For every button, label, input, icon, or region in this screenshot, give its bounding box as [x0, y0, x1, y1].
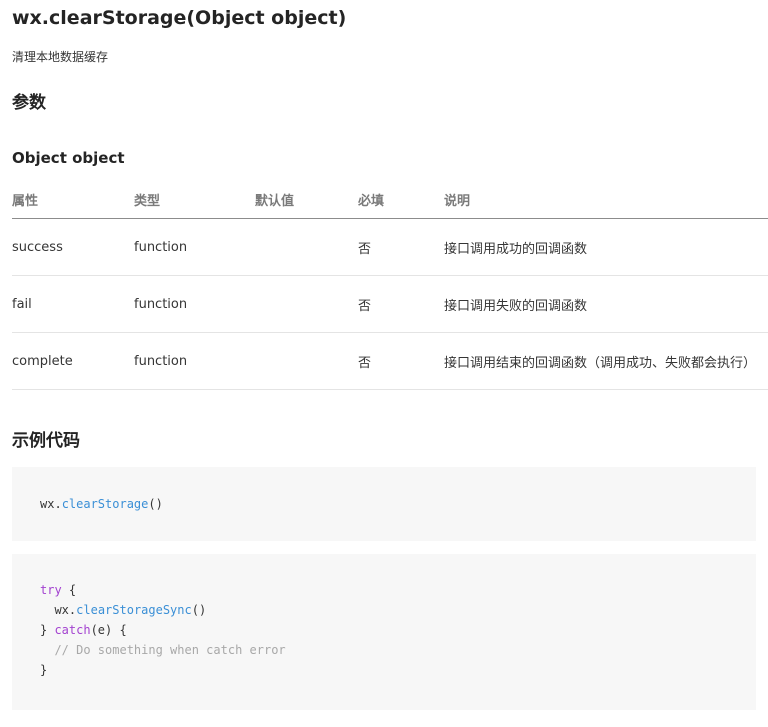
- cell-name: fail: [12, 275, 134, 333]
- page-description: 清理本地数据缓存: [12, 50, 109, 64]
- code-parens: (): [191, 603, 207, 617]
- code-open-brace: {: [61, 583, 77, 597]
- cell-type: function: [134, 218, 255, 276]
- code-keyword-try: try: [40, 583, 62, 597]
- cell-type: function: [134, 332, 255, 390]
- code-block-sync: try { wx.clearStorageSync() } catch(e) {…: [12, 554, 756, 710]
- code-keyword-catch: catch: [54, 623, 91, 637]
- params-table: 属性 类型 默认值 必填 说明 success function 否 接口调用成…: [12, 180, 768, 390]
- table-row: fail function 否 接口调用失败的回调函数: [12, 275, 768, 333]
- code-parens: (): [148, 497, 163, 511]
- table-header-row: 属性 类型 默认值 必填 说明: [12, 180, 768, 219]
- cell-description: 接口调用结束的回调函数（调用成功、失败都会执行）: [444, 332, 768, 390]
- code-final-brace: }: [40, 663, 48, 677]
- code-method: clearStorageSync: [76, 603, 192, 617]
- code-block-async: wx.clearStorage(): [12, 467, 756, 541]
- cell-description: 接口调用成功的回调函数: [444, 218, 768, 276]
- table-row: complete function 否 接口调用结束的回调函数（调用成功、失败都…: [12, 332, 768, 390]
- cell-default: [255, 218, 358, 276]
- doc-page: wx.clearStorage(Object object) 清理本地数据缓存 …: [0, 0, 768, 710]
- code-catch-args: (e) {: [90, 623, 127, 637]
- cell-required: 否: [358, 332, 444, 390]
- cell-required: 否: [358, 218, 444, 276]
- column-header-name: 属性: [12, 180, 134, 219]
- cell-name: complete: [12, 332, 134, 390]
- code-close-brace: }: [40, 623, 55, 637]
- table-row: success function 否 接口调用成功的回调函数: [12, 218, 768, 276]
- code-dot: .: [54, 497, 62, 511]
- cell-default: [255, 275, 358, 333]
- cell-name: success: [12, 218, 134, 276]
- cell-type: function: [134, 275, 255, 333]
- object-heading: Object object: [12, 149, 125, 167]
- params-heading: 参数: [12, 93, 46, 113]
- cell-required: 否: [358, 275, 444, 333]
- code-object: wx: [54, 603, 69, 617]
- column-header-required: 必填: [358, 180, 444, 219]
- page-title: wx.clearStorage(Object object): [12, 7, 347, 29]
- code-comment: // Do something when catch error: [54, 643, 286, 657]
- cell-description: 接口调用失败的回调函数: [444, 275, 768, 333]
- cell-default: [255, 332, 358, 390]
- code-method: clearStorage: [61, 497, 149, 511]
- column-header-description: 说明: [444, 180, 768, 219]
- example-heading: 示例代码: [12, 431, 80, 451]
- column-header-default: 默认值: [255, 180, 358, 219]
- code-object: wx: [40, 497, 55, 511]
- column-header-type: 类型: [134, 180, 255, 219]
